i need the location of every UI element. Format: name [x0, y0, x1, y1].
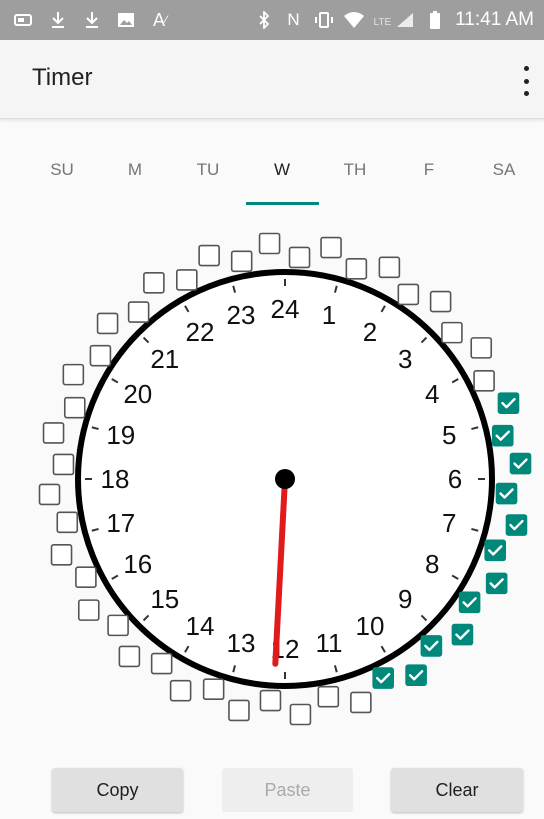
hour-label: 8: [425, 549, 439, 579]
vibrate-icon: [314, 10, 334, 30]
slot-checkbox[interactable]: [378, 256, 401, 279]
tab-indicator: [246, 202, 319, 205]
slot-checkbox[interactable]: [230, 250, 253, 273]
slot-checkbox[interactable]: [350, 691, 372, 714]
wifi-icon: [343, 10, 364, 30]
slot-checkbox[interactable]: [289, 703, 312, 726]
day-tabs: SU M TU W TH F SA: [0, 150, 544, 210]
bluetooth-icon: [254, 10, 274, 30]
slot-checkbox[interactable]: [473, 370, 495, 392]
slot-checkbox[interactable]: [288, 246, 311, 269]
hour-label: 1: [322, 300, 336, 330]
hour-label: 3: [398, 344, 412, 374]
hour-label: 11: [315, 628, 342, 658]
slot-checkbox[interactable]: [397, 283, 420, 306]
nfc-icon: N: [287, 10, 300, 29]
timer-clock: 1 2 3 4 5 6 7 8 9 10 11 12 13 14 15 16 17 18 19 20 21 22 23 24: [0, 230, 544, 730]
text-icon: A ⁄: [152, 9, 168, 30]
slot-checkbox[interactable]: [150, 652, 173, 675]
hour-label: 23: [227, 300, 256, 330]
tab-saturday[interactable]: SA: [469, 160, 539, 180]
slot-checkbox[interactable]: [77, 599, 100, 621]
slot-checkbox[interactable]: [143, 271, 165, 294]
network-type: LTE: [373, 17, 392, 28]
status-bar: A ⁄ N LTE 11:41 AM: [0, 0, 544, 40]
slot-checkbox[interactable]: [52, 453, 75, 476]
hour-label: 24: [271, 294, 300, 324]
tab-sunday[interactable]: SU: [27, 160, 97, 180]
slot-checkbox[interactable]: [259, 689, 282, 712]
slot-checkbox[interactable]: [317, 685, 340, 708]
slot-checkbox[interactable]: [56, 511, 79, 534]
battery-saver-icon: [14, 10, 34, 30]
copy-button[interactable]: Copy: [52, 768, 183, 812]
slot-checkbox[interactable]: [38, 483, 61, 506]
download-icon: [48, 10, 68, 30]
tab-tuesday[interactable]: TU: [173, 160, 243, 180]
hour-label: 4: [425, 379, 439, 409]
clear-button[interactable]: Clear: [391, 768, 523, 812]
slot-checkbox[interactable]: [470, 337, 493, 359]
slot-checkbox[interactable]: [118, 645, 141, 668]
slot-checkbox[interactable]: [62, 363, 85, 386]
slot-checkbox[interactable]: [75, 566, 97, 588]
slot-checkbox[interactable]: [198, 244, 220, 267]
hour-label: 20: [123, 379, 152, 409]
page-title: Timer: [32, 64, 93, 91]
hour-label: 17: [106, 508, 135, 538]
hour-label: 14: [186, 611, 215, 641]
hour-label: 6: [448, 464, 462, 494]
paste-button[interactable]: Paste: [222, 768, 353, 812]
hour-label: 9: [398, 584, 412, 614]
hour-label: 18: [101, 464, 130, 494]
slot-checkbox[interactable]: [176, 269, 198, 291]
clock-center: [275, 469, 295, 489]
hour-label: 2: [363, 317, 377, 347]
hour-label: 15: [150, 584, 179, 614]
tab-wednesday[interactable]: W: [247, 160, 317, 180]
battery-icon: [425, 10, 445, 30]
slot-checkbox[interactable]: [127, 301, 150, 323]
status-right-icons: N LTE 11:41 AM: [254, 9, 534, 31]
slot-checkbox[interactable]: [107, 614, 129, 637]
more-vert-icon[interactable]: [514, 66, 538, 96]
hour-label: 22: [186, 317, 215, 347]
hour-label: 10: [356, 611, 385, 641]
slot-checkbox[interactable]: [89, 344, 112, 367]
status-time: 11:41 AM: [455, 9, 534, 30]
tab-friday[interactable]: F: [394, 160, 464, 180]
slot-checkbox[interactable]: [320, 236, 342, 259]
slot-checkbox[interactable]: [441, 321, 463, 344]
slot-checkbox[interactable]: [345, 257, 368, 280]
slot-checkbox[interactable]: [202, 678, 225, 701]
hour-label: 7: [442, 508, 456, 538]
slot-checkbox[interactable]: [429, 290, 452, 313]
slot-checkbox[interactable]: [228, 699, 250, 722]
slot-checkbox[interactable]: [258, 232, 281, 255]
slot-checkbox[interactable]: [96, 312, 119, 335]
app-bar: Timer: [0, 40, 544, 119]
image-icon: [116, 10, 136, 30]
hour-label: 21: [150, 344, 179, 374]
hour-label: 13: [227, 628, 256, 658]
slot-checkbox[interactable]: [169, 679, 192, 702]
hour-label: 16: [123, 549, 152, 579]
signal-icon: [395, 10, 415, 30]
hour-label: 19: [106, 420, 135, 450]
slot-checkbox[interactable]: [50, 544, 73, 566]
clock-dial[interactable]: 1234567891011121314151617181920212223 24: [0, 230, 544, 730]
hour-label: 5: [442, 420, 456, 450]
tab-thursday[interactable]: TH: [320, 160, 390, 180]
status-left-icons: A ⁄: [14, 10, 170, 30]
slot-checkbox[interactable]: [42, 422, 65, 444]
download-icon: [82, 10, 102, 30]
tab-monday[interactable]: M: [100, 160, 170, 180]
slot-checkbox[interactable]: [63, 396, 86, 419]
